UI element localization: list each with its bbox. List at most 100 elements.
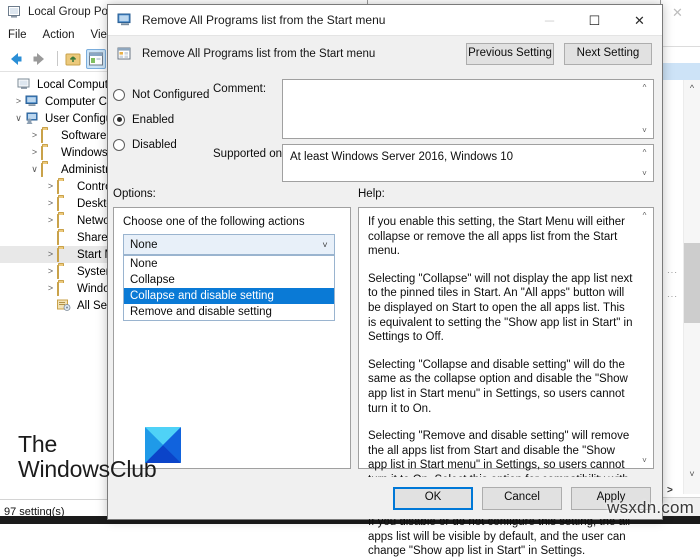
tree-chevron[interactable]: > (12, 93, 25, 110)
tree-chevron[interactable]: > (28, 127, 41, 144)
action-combobox[interactable]: None ˅ (123, 234, 335, 255)
folder-icon (57, 214, 72, 228)
radio-not-configured[interactable]: Not Configured (113, 82, 213, 107)
bg-right-scrollbar[interactable] (683, 80, 700, 494)
chevron-down-icon[interactable]: ˅ (637, 454, 652, 467)
next-setting-button[interactable]: Next Setting (564, 43, 652, 65)
tree-chevron[interactable]: ∨ (12, 110, 25, 127)
radio-label: Not Configured (132, 88, 210, 101)
comment-scrollbar[interactable]: ^ ˅ (637, 81, 652, 137)
all-settings-icon (57, 299, 72, 312)
ok-button[interactable]: OK (393, 486, 473, 510)
forward-arrow-icon[interactable] (29, 49, 49, 69)
close-button[interactable]: ✕ (617, 6, 662, 35)
help-paragraph: If you enable this setting, the Start Me… (368, 216, 625, 258)
help-paragraph: Selecting "Collapse" will not display th… (368, 272, 633, 344)
chevron-down-icon[interactable]: ˅ (637, 167, 652, 180)
folder-icon (41, 146, 56, 160)
policy-doc-icon (117, 47, 133, 61)
help-scrollbar[interactable]: ^ ˅ (637, 209, 652, 467)
minimize-button[interactable]: ─ (527, 6, 572, 35)
chevron-up-icon[interactable]: ^ (637, 81, 652, 94)
radio-disabled[interactable]: Disabled (113, 132, 213, 157)
folder-icon (57, 248, 72, 262)
tree-chevron[interactable]: > (44, 212, 57, 229)
policy-editor-icon (7, 5, 21, 19)
radio-indicator[interactable] (113, 138, 125, 151)
radio-label: Enabled (132, 113, 175, 126)
folder-icon (57, 231, 72, 245)
tree-chevron[interactable]: > (44, 246, 57, 263)
tree-chevron[interactable]: > (44, 195, 57, 212)
supported-on-label: Supported on: (213, 148, 286, 160)
help-label: Help: (358, 188, 385, 200)
dialog-title-text: Remove All Programs list from the Start … (142, 13, 386, 27)
dropdown-item-collapse-and-disable-setting[interactable]: Collapse and disable setting (124, 288, 334, 304)
close-icon[interactable]: ✕ (671, 6, 684, 19)
properties-icon[interactable] (86, 48, 106, 69)
help-paragraph: Selecting "Collapse and disable setting"… (368, 358, 628, 415)
screen-root: Local Group Policy Editor File Action Vi… (0, 0, 700, 557)
chevron-down-icon[interactable]: ˅ (686, 468, 698, 480)
tree-chevron[interactable]: ∨ (28, 161, 41, 178)
folder-icon (57, 265, 72, 279)
combobox-value: None (130, 238, 158, 251)
tree-chevron[interactable]: > (28, 144, 41, 161)
chevron-down-icon[interactable]: ˅ (316, 240, 334, 250)
folder-icon (41, 163, 56, 177)
setting-name: Remove All Programs list from the Start … (142, 48, 376, 60)
supported-on-scrollbar[interactable]: ^ ˅ (637, 146, 652, 180)
computer-icon (25, 95, 40, 108)
policy-setting-icon (117, 13, 133, 27)
menu-action[interactable]: Action (43, 29, 75, 41)
options-label: Options: (113, 188, 156, 200)
folder-icon (41, 129, 56, 143)
minimize-icon: ─ (544, 12, 555, 28)
dropdown-item-none[interactable]: None (124, 256, 334, 272)
dialog-body: Not Configured Enabled Disabled Comment:… (108, 71, 662, 557)
close-icon: ✕ (634, 12, 645, 28)
help-panel: If you enable this setting, the Start Me… (358, 207, 654, 557)
wsxdn-watermark: wsxdn.com (607, 498, 694, 517)
supported-on-field: At least Windows Server 2016, Windows 10… (282, 144, 654, 182)
background-settings-list-window: ✕ ^ ˅ ··· ··· > (660, 0, 700, 516)
policy-setting-dialog: Remove All Programs list from the Start … (107, 4, 663, 557)
policy-icon (17, 78, 32, 91)
chevron-down-icon[interactable]: ˅ (637, 124, 652, 137)
chevron-up-icon[interactable]: ^ (686, 82, 698, 94)
folder-icon (57, 282, 72, 296)
radio-indicator[interactable] (113, 88, 125, 101)
bg-right-ellipsis-2: ··· (667, 292, 678, 301)
chevron-up-icon[interactable]: ^ (637, 209, 652, 222)
folder-icon (57, 197, 72, 211)
maximize-button[interactable]: ☐ (572, 6, 617, 35)
radio-label: Disabled (132, 138, 177, 151)
cancel-button[interactable]: Cancel (482, 486, 562, 510)
radio-indicator-selected[interactable] (113, 113, 125, 126)
help-paragraph: If you disable or do not configure this … (368, 516, 631, 558)
chevron-up-icon[interactable]: ^ (637, 146, 652, 159)
menu-file[interactable]: File (8, 29, 27, 41)
comment-label: Comment: (213, 83, 267, 95)
options-caption: Choose one of the following actions (123, 216, 305, 228)
up-folder-icon[interactable] (63, 49, 83, 69)
scrollbar-thumb[interactable] (684, 243, 700, 323)
action-dropdown-list[interactable]: None Collapse Collapse and disable setti… (123, 255, 335, 321)
dialog-title-bar[interactable]: Remove All Programs list from the Start … (108, 5, 662, 35)
radio-enabled[interactable]: Enabled (113, 107, 213, 132)
tree-chevron[interactable]: > (44, 178, 57, 195)
tree-chevron[interactable]: > (44, 263, 57, 280)
bg-right-selected-row[interactable] (661, 63, 700, 80)
windowsclub-logo-icon (145, 427, 181, 463)
dialog-footer: OK Cancel Apply (108, 477, 662, 519)
dialog-sub-header: Remove All Programs list from the Start … (108, 35, 662, 72)
folder-icon (57, 180, 72, 194)
tree-chevron[interactable]: > (44, 280, 57, 297)
comment-input[interactable]: ^ ˅ (282, 79, 654, 139)
maximize-icon: ☐ (588, 12, 601, 28)
back-arrow-icon[interactable] (6, 49, 26, 69)
previous-setting-button[interactable]: Previous Setting (466, 43, 554, 65)
toolbar-separator-1 (57, 51, 58, 66)
dropdown-item-collapse[interactable]: Collapse (124, 272, 334, 288)
dropdown-item-remove-and-disable-setting[interactable]: Remove and disable setting (124, 304, 334, 320)
